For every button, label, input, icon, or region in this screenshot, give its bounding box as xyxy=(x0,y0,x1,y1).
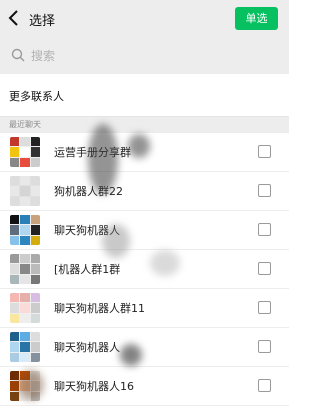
checkbox[interactable] xyxy=(258,379,271,392)
chat-list: 运营手册分享群 狗机器人群22 聊天狗机器人 [机器人群1群 xyxy=(0,133,289,406)
page-title: 选择 xyxy=(29,14,56,29)
avatar xyxy=(10,176,40,206)
avatar xyxy=(10,137,40,167)
checkbox[interactable] xyxy=(258,301,271,314)
section-label: 最近聊天 xyxy=(9,120,41,129)
list-item[interactable]: 狗机器人群22 xyxy=(0,172,289,211)
more-contacts-item[interactable]: 更多联系人 xyxy=(0,74,289,117)
list-item[interactable]: [机器人群1群 xyxy=(0,250,289,289)
checkbox[interactable] xyxy=(258,184,271,197)
avatar xyxy=(10,332,40,362)
checkbox[interactable] xyxy=(258,223,271,236)
checkbox[interactable] xyxy=(258,145,271,158)
redaction-smudge xyxy=(102,224,130,258)
chevron-left-icon[interactable] xyxy=(6,9,22,27)
avatar xyxy=(10,215,40,245)
list-item[interactable]: 聊天狗机器人群11 xyxy=(0,289,289,328)
list-item-name: 聊天狗机器人 xyxy=(54,341,120,354)
redaction-smudge xyxy=(128,134,150,158)
more-contacts-label: 更多联系人 xyxy=(9,90,64,103)
single-select-button[interactable]: 单选 xyxy=(235,7,278,30)
search-bar[interactable]: 搜索 xyxy=(0,36,289,74)
list-item-name: 聊天狗机器人16 xyxy=(54,380,134,393)
top-bar: 选择 单选 xyxy=(0,0,289,36)
avatar xyxy=(10,254,40,284)
list-item-name: 聊天狗机器人群11 xyxy=(54,302,145,315)
avatar xyxy=(10,293,40,323)
redaction-smudge xyxy=(150,250,180,276)
list-item-name: [机器人群1群 xyxy=(54,263,121,276)
checkbox[interactable] xyxy=(258,262,271,275)
redaction-smudge xyxy=(120,344,142,366)
recent-chats-header: 最近聊天 xyxy=(0,117,289,133)
redaction-smudge xyxy=(88,124,118,194)
search-icon xyxy=(11,48,25,62)
search-input[interactable]: 搜索 xyxy=(31,47,55,64)
list-item[interactable]: 聊天狗机器人 xyxy=(0,328,289,367)
checkbox[interactable] xyxy=(258,340,271,353)
list-item[interactable]: 聊天狗机器人 xyxy=(0,211,289,250)
redaction-smudge xyxy=(18,370,44,400)
